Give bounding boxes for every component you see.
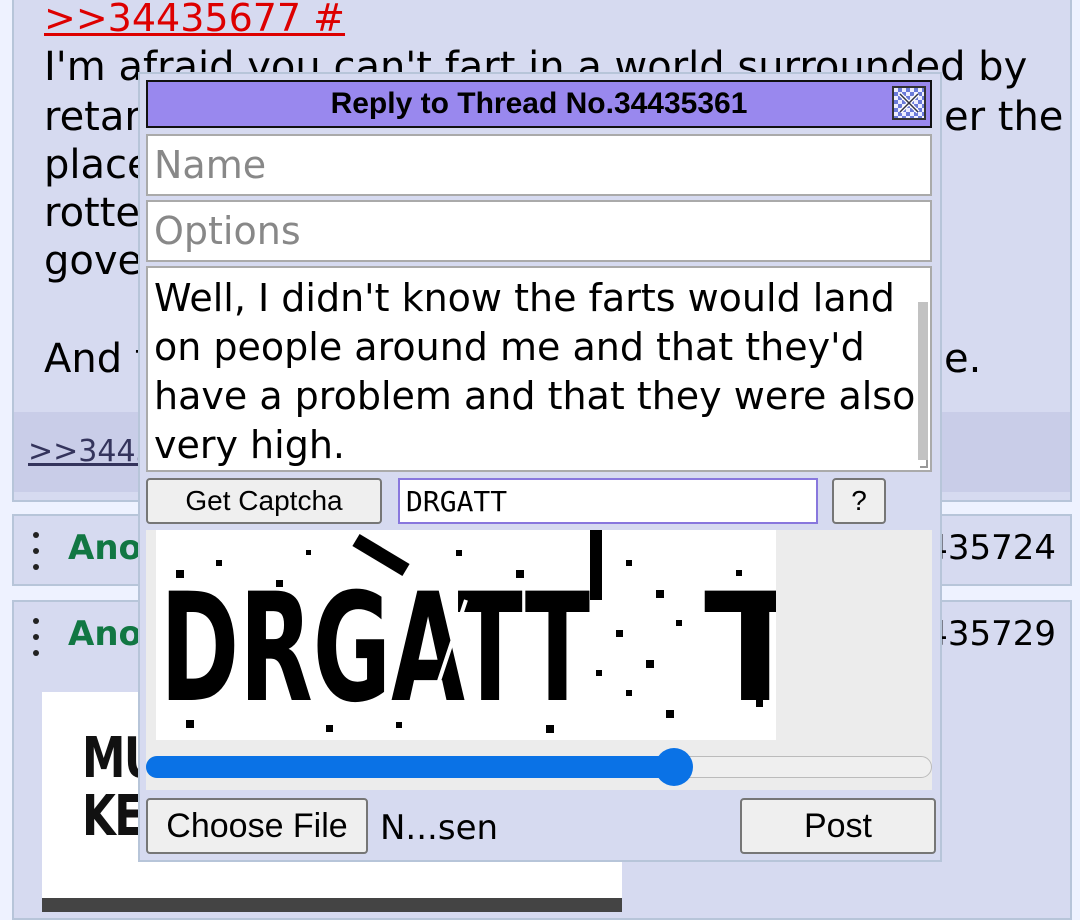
file-status: N...sen [380,808,499,848]
slider-thumb[interactable] [654,748,693,786]
options-input[interactable] [146,200,932,262]
post-number[interactable]: 435729 [926,614,1056,654]
comment-text: Well, I didn't know the farts would land… [154,276,916,467]
resize-grip-icon[interactable] [920,460,928,468]
post-text-fragment: er the [944,94,1064,140]
captcha-input[interactable] [398,478,818,524]
dialog-title-bar[interactable]: Reply to Thread No.34435361 [146,80,932,128]
post-number[interactable]: 435724 [926,528,1056,568]
post-button[interactable]: Post [740,798,936,854]
close-icon[interactable] [892,86,926,120]
post-text-line: place [44,142,152,188]
post-menu-icon[interactable] [32,532,40,570]
captcha-slider[interactable] [146,748,932,786]
captcha-image: DRGATT T [156,530,776,740]
thumbnail-strip [42,898,622,912]
svg-text:T: T [704,562,776,736]
post-menu-icon[interactable] [32,618,40,656]
post-text-fragment: e. [944,336,982,382]
post-text-line: And t [44,336,151,382]
name-input[interactable] [146,134,932,196]
comment-scrollbar[interactable] [918,302,928,460]
choose-file-button[interactable]: Choose File [146,798,368,854]
captcha-help-button[interactable]: ? [832,478,886,524]
comment-textarea[interactable]: Well, I didn't know the farts would land… [146,266,932,472]
dialog-title: Reply to Thread No.34435361 [330,87,748,120]
get-captcha-button[interactable]: Get Captcha [146,478,382,524]
quick-reply-dialog: Reply to Thread No.34435361 Well, I didn… [138,72,942,862]
quote-link[interactable]: >>34435677 # [44,0,345,40]
captcha-area: DRGATT T [146,530,932,790]
captcha-image-text: DRGATT [160,562,590,736]
slider-fill [146,756,674,778]
